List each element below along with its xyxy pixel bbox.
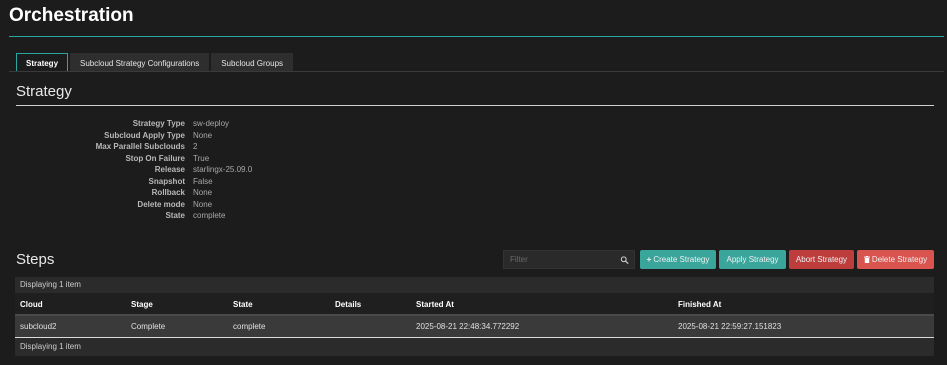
tab-strategy[interactable]: Strategy	[16, 53, 69, 72]
property-label: Subcloud Apply Type	[104, 130, 185, 140]
tab-bar: Strategy Subcloud Strategy Configuration…	[16, 53, 295, 72]
strategy-properties: Strategy Type sw-deploy Subcloud Apply T…	[0, 118, 400, 222]
property-value: complete	[193, 211, 226, 220]
cell-started-at: 2025-08-21 22:48:34.772292	[416, 322, 520, 331]
property-rollback: Rollback None	[0, 187, 400, 199]
column-header-stage[interactable]: Stage	[126, 293, 228, 314]
header-divider	[9, 36, 944, 37]
abort-strategy-button[interactable]: Abort Strategy	[789, 250, 854, 269]
table-header: Cloud Stage State Details Started At Fin…	[15, 293, 934, 316]
delete-strategy-button[interactable]: Delete Strategy	[857, 250, 934, 269]
abort-strategy-label: Abort Strategy	[795, 255, 848, 264]
tab-subcloud-groups[interactable]: Subcloud Groups	[211, 53, 294, 72]
cell-finished-at: 2025-08-21 22:59:27.151823	[678, 322, 782, 331]
plus-icon: +	[646, 255, 652, 264]
property-value: None	[193, 130, 213, 140]
property-label: Delete mode	[137, 199, 185, 209]
cell-details	[330, 316, 411, 337]
filter-box	[503, 250, 635, 269]
property-label: Max Parallel Subclouds	[95, 142, 185, 151]
property-strategy-type: Strategy Type sw-deploy	[0, 118, 400, 130]
table-item-count: Displaying 1 item	[15, 277, 934, 293]
property-state: State complete	[0, 210, 400, 222]
strategy-divider	[16, 105, 934, 106]
column-header-finished-at[interactable]: Finished At	[673, 293, 934, 314]
property-label: Strategy Type	[132, 119, 185, 128]
property-subcloud-apply-type: Subcloud Apply Type None	[0, 130, 400, 142]
property-value: None	[193, 188, 213, 197]
property-label: Stop On Failure	[125, 153, 185, 163]
create-strategy-label: Create Strategy	[653, 255, 710, 264]
property-snapshot: Snapshot False	[0, 176, 400, 188]
tab-subcloud-strategy-configurations[interactable]: Subcloud Strategy Configurations	[70, 53, 210, 72]
property-label: Snapshot	[148, 176, 185, 186]
strategy-section-title: Strategy	[16, 83, 72, 100]
tabs-divider	[9, 71, 944, 72]
property-value: None	[193, 199, 213, 209]
property-value: sw-deploy	[193, 119, 230, 128]
property-release: Release starlingx-25.09.0	[0, 164, 400, 176]
property-stop-on-failure: Stop On Failure True	[0, 153, 400, 165]
trash-icon	[863, 256, 870, 263]
property-label: State	[165, 211, 185, 220]
property-delete-mode: Delete mode None	[0, 199, 400, 211]
column-header-started-at[interactable]: Started At	[411, 293, 673, 314]
search-icon[interactable]	[620, 254, 629, 266]
apply-strategy-button[interactable]: Apply Strategy	[719, 250, 786, 269]
page-title: Orchestration	[9, 5, 134, 26]
property-value: 2	[193, 142, 198, 151]
property-label: Rollback	[151, 188, 185, 197]
delete-strategy-label: Delete Strategy	[871, 255, 928, 264]
steps-section-title: Steps	[16, 251, 55, 268]
table-row[interactable]: subcloud2 Complete complete 2025-08-21 2…	[15, 316, 934, 338]
property-value: False	[193, 176, 213, 186]
property-max-parallel-subclouds: Max Parallel Subclouds 2	[0, 141, 400, 153]
apply-strategy-label: Apply Strategy	[726, 255, 779, 264]
column-header-details[interactable]: Details	[330, 293, 411, 314]
column-header-state[interactable]: State	[228, 293, 330, 314]
cell-state: complete	[233, 322, 266, 331]
steps-table: Displaying 1 item Cloud Stage State Deta…	[15, 277, 934, 356]
filter-input[interactable]	[504, 255, 620, 264]
cell-cloud: subcloud2	[20, 322, 57, 331]
column-header-cloud[interactable]: Cloud	[15, 293, 126, 314]
property-label: Release	[154, 165, 185, 174]
table-item-count-footer: Displaying 1 item	[15, 338, 934, 356]
property-value: True	[193, 153, 210, 163]
create-strategy-button[interactable]: + Create Strategy	[640, 250, 716, 269]
property-value: starlingx-25.09.0	[193, 165, 253, 174]
cell-stage: Complete	[131, 322, 166, 331]
